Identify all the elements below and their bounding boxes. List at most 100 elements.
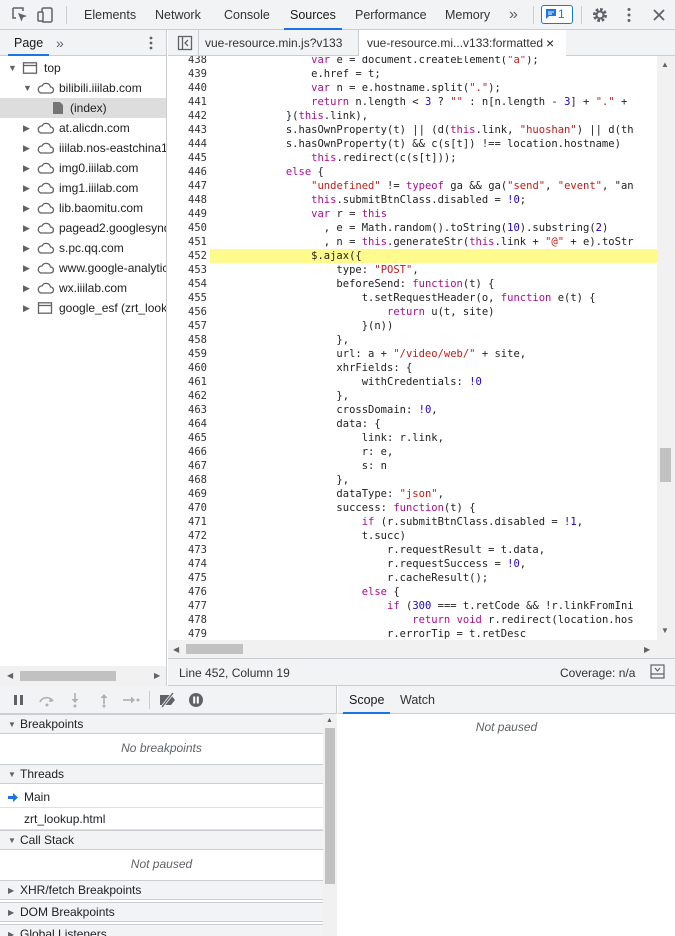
tree-node[interactable]: ▶ s.pc.qq.com <box>0 238 166 258</box>
line-number[interactable]: 464 <box>168 417 207 431</box>
line-number[interactable]: 445 <box>168 151 207 165</box>
toggle-navigator-icon[interactable] <box>177 35 193 51</box>
line-number[interactable]: 444 <box>168 137 207 151</box>
collapsed-arrow-icon[interactable]: ▶ <box>23 118 30 138</box>
section-call-stack[interactable]: ▼ Call Stack <box>0 830 323 850</box>
line-number[interactable]: 463 <box>168 403 207 417</box>
expanded-arrow-icon[interactable]: ▼ <box>8 765 16 784</box>
tree-node[interactable]: ▼ bilibili.iiilab.com <box>0 78 166 98</box>
collapsed-arrow-icon[interactable]: ▶ <box>23 278 30 298</box>
expanded-arrow-icon[interactable]: ▼ <box>8 58 17 78</box>
deactivate-breakpoints-icon[interactable] <box>158 692 178 708</box>
code-line[interactable]: e.href = t; <box>210 67 381 81</box>
issues-counter[interactable]: 1 <box>541 5 573 24</box>
code-line[interactable]: t.setRequestHeader(o, function e(t) { <box>210 291 596 305</box>
inspect-element-icon[interactable] <box>11 6 29 24</box>
close-devtools-icon[interactable] <box>650 6 668 24</box>
tab-vue-resource-min[interactable]: vue-resource.min.js?v133 <box>205 30 342 56</box>
line-number[interactable]: 469 <box>168 487 207 501</box>
tab-network[interactable]: Network <box>155 0 201 30</box>
tree-node[interactable]: (index) <box>0 98 166 118</box>
code-line[interactable]: r.requestSuccess = !0, <box>210 557 526 571</box>
collapsed-arrow-icon[interactable]: ▶ <box>8 903 14 922</box>
scroll-thumb[interactable] <box>325 728 335 884</box>
line-number[interactable]: 479 <box>168 627 207 640</box>
tab-page[interactable]: Page <box>7 30 50 56</box>
line-number[interactable]: 461 <box>168 375 207 389</box>
code-line[interactable]: this.redirect(c(s[t])); <box>210 151 456 165</box>
tree-node[interactable]: ▶ at.alicdn.com <box>0 118 166 138</box>
tree-node[interactable]: ▶ wx.iiilab.com <box>0 278 166 298</box>
line-number[interactable]: 474 <box>168 557 207 571</box>
line-number[interactable]: 441 <box>168 95 207 109</box>
thread-row[interactable]: zrt_lookup.html <box>0 808 323 830</box>
code-line[interactable]: if (r.submitBtnClass.disabled = !1, <box>210 515 583 529</box>
line-number[interactable]: 443 <box>168 123 207 137</box>
line-number[interactable]: 462 <box>168 389 207 403</box>
code-line[interactable]: }, <box>210 333 349 347</box>
code-line[interactable]: return void r.redirect(location.hos <box>210 613 633 627</box>
line-number[interactable]: 470 <box>168 501 207 515</box>
tab-memory[interactable]: Memory <box>445 0 490 30</box>
section-threads[interactable]: ▼ Threads <box>0 764 323 784</box>
step-icon[interactable] <box>122 693 140 707</box>
collapsed-arrow-icon[interactable]: ▶ <box>23 138 30 158</box>
code-line[interactable]: , e = Math.random().toString(10).substri… <box>210 221 609 235</box>
line-number[interactable]: 475 <box>168 571 207 585</box>
toggle-debugger-icon[interactable] <box>650 664 665 679</box>
code-line[interactable]: crossDomain: !0, <box>210 403 437 417</box>
line-number[interactable]: 448 <box>168 193 207 207</box>
section-dom-breakpoints[interactable]: ▶ DOM Breakpoints <box>0 902 323 922</box>
line-number[interactable]: 460 <box>168 361 207 375</box>
line-number[interactable]: 476 <box>168 585 207 599</box>
collapsed-arrow-icon[interactable]: ▶ <box>23 238 30 258</box>
code-line[interactable]: url: a + "/video/web/" + site, <box>210 347 526 361</box>
scroll-left-icon[interactable]: ◀ <box>173 645 179 654</box>
code-line[interactable]: var e = document.createElement("a"); <box>210 56 539 67</box>
code-editor[interactable]: 438 var e = document.createElement("a");… <box>168 56 657 640</box>
editor-hscrollbar[interactable]: ◀ ▶ <box>168 640 657 658</box>
code-line[interactable]: r.requestResult = t.data, <box>210 543 545 557</box>
line-number[interactable]: 438 <box>168 56 207 67</box>
code-line[interactable]: , n = this.generateStr(this.link + "@" +… <box>210 235 634 249</box>
close-tab-icon[interactable]: × <box>546 30 554 56</box>
collapsed-arrow-icon[interactable]: ▶ <box>23 218 30 238</box>
device-toolbar-icon[interactable] <box>37 6 55 24</box>
tree-node[interactable]: ▶ img0.iiilab.com <box>0 158 166 178</box>
tree-node[interactable]: ▶ img1.iiilab.com <box>0 178 166 198</box>
tree-node[interactable]: ▶ google_esf (zrt_looku <box>0 298 166 318</box>
tab-scope[interactable]: Scope <box>342 686 391 714</box>
code-line[interactable]: var r = this <box>210 207 387 221</box>
tree-node[interactable]: ▶ lib.baomitu.com <box>0 198 166 218</box>
code-line[interactable]: type: "POST", <box>210 263 418 277</box>
tree-node[interactable]: ▶ www.google-analytics <box>0 258 166 278</box>
scroll-thumb[interactable] <box>20 671 116 681</box>
line-number[interactable]: 465 <box>168 431 207 445</box>
line-number[interactable]: 454 <box>168 277 207 291</box>
line-number[interactable]: 468 <box>168 473 207 487</box>
section-breakpoints[interactable]: ▼ Breakpoints <box>0 714 323 734</box>
pause-on-exceptions-icon[interactable] <box>188 692 204 708</box>
step-into-icon[interactable] <box>68 692 82 708</box>
line-number[interactable]: 439 <box>168 67 207 81</box>
tab-watch[interactable]: Watch <box>400 686 435 714</box>
code-line[interactable]: }(this.link), <box>210 109 368 123</box>
collapsed-arrow-icon[interactable]: ▶ <box>23 178 30 198</box>
scroll-thumb[interactable] <box>660 448 671 482</box>
step-over-icon[interactable] <box>38 693 56 707</box>
line-number[interactable]: 455 <box>168 291 207 305</box>
pause-icon[interactable] <box>12 693 26 707</box>
collapsed-arrow-icon[interactable]: ▶ <box>23 158 30 178</box>
tab-elements[interactable]: Elements <box>84 0 136 30</box>
step-out-icon[interactable] <box>97 692 111 708</box>
code-line[interactable]: withCredentials: !0 <box>210 375 482 389</box>
code-line[interactable]: s.hasOwnProperty(t) && c(s[t]) !== locat… <box>210 137 621 151</box>
collapsed-arrow-icon[interactable]: ▶ <box>23 198 30 218</box>
code-line[interactable]: t.succ) <box>210 529 406 543</box>
code-line[interactable]: if (300 === t.retCode && !r.linkFromIni <box>210 599 634 613</box>
navigator-more-button[interactable]: » <box>56 30 64 56</box>
code-line[interactable]: data: { <box>210 417 380 431</box>
navigator-menu-icon[interactable] <box>146 35 156 51</box>
code-line[interactable]: }, <box>210 389 349 403</box>
expanded-arrow-icon[interactable]: ▼ <box>8 715 16 734</box>
